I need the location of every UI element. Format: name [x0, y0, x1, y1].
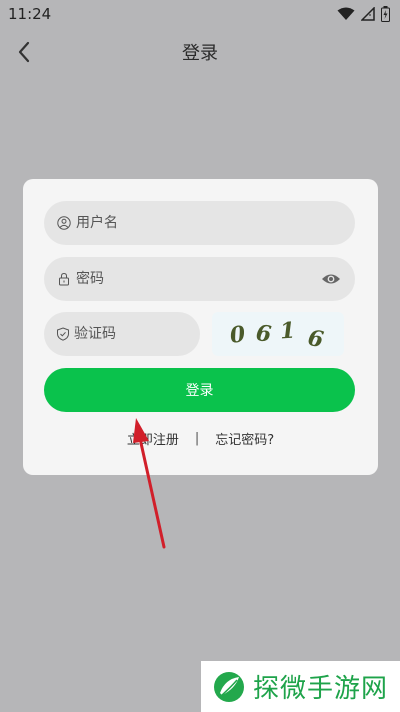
back-button[interactable]	[10, 38, 38, 66]
captcha-char: 6	[305, 324, 326, 354]
captcha-char: 6	[254, 320, 273, 348]
user-icon	[56, 215, 72, 231]
captcha-image[interactable]: 0 6 1 6	[212, 312, 344, 356]
captcha-char: 1	[279, 317, 297, 345]
auth-links: 立即注册 | 忘记密码?	[23, 427, 378, 449]
lock-icon	[56, 271, 72, 287]
status-time: 11:24	[8, 5, 52, 23]
watermark: 探微手游网	[201, 661, 400, 712]
password-field[interactable]	[44, 257, 355, 301]
password-input[interactable]	[76, 257, 355, 301]
wifi-icon	[337, 7, 355, 20]
page-title: 登录	[182, 43, 218, 64]
captcha-field[interactable]	[44, 312, 248, 356]
login-button[interactable]: 登录	[44, 368, 355, 412]
watermark-logo-icon	[214, 671, 244, 702]
annotation-arrow	[133, 418, 166, 549]
username-input[interactable]	[76, 201, 355, 245]
status-icons	[337, 6, 390, 22]
link-separator: |	[194, 430, 200, 446]
chevron-left-icon	[18, 41, 30, 63]
captcha-char: 0	[228, 321, 248, 349]
status-bar: 11:24	[0, 0, 400, 28]
login-dialog: 0 6 1 6 登录 立即注册 | 忘记密码?	[23, 179, 378, 475]
forgot-password-link[interactable]: 忘记密码?	[215, 429, 274, 448]
battery-charging-icon	[381, 6, 390, 22]
shield-icon	[56, 326, 70, 342]
username-field[interactable]	[44, 201, 355, 245]
cell-signal-icon	[361, 7, 375, 21]
watermark-text: 探微手游网	[253, 674, 389, 704]
nav-bar: 登录	[0, 30, 400, 74]
eye-icon[interactable]	[321, 269, 341, 289]
